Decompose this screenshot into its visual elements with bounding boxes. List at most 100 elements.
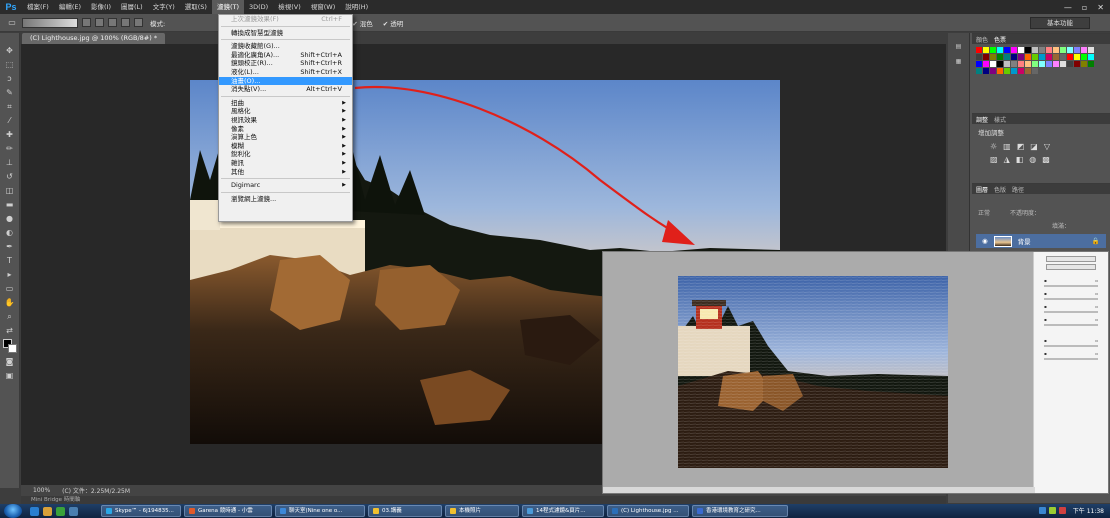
clock[interactable]: 下午 11:38 [1073, 506, 1104, 515]
channel-mixer-icon[interactable]: ▩ [1042, 155, 1050, 164]
type-tool-icon[interactable]: T [4, 255, 16, 266]
brush-tool-icon[interactable]: ✏ [4, 143, 16, 154]
fill-label[interactable]: 填滿： [1052, 221, 1070, 230]
hue-saturation-icon[interactable]: ▨ [990, 155, 998, 164]
taskbar-task[interactable]: Garena 競時通 - 小雲 [184, 505, 272, 517]
color-swatch[interactable] [1060, 61, 1066, 67]
history-brush-icon[interactable]: ↺ [4, 171, 16, 182]
healing-brush-icon[interactable]: ✚ [4, 129, 16, 140]
filter-menu-item[interactable]: 瀏覽網上濾鏡... [219, 195, 352, 204]
taskbar-task[interactable]: 03.講義 [368, 505, 442, 517]
minimize-button[interactable]: — [1064, 3, 1072, 12]
color-swatch[interactable] [1004, 61, 1010, 67]
menu-view[interactable]: 檢視(V) [273, 0, 306, 14]
taskbar-task[interactable]: 聊天室(Nine one o... [275, 505, 365, 517]
filter-menu-item[interactable]: 銳利化 ▶ [219, 150, 352, 159]
color-swatch[interactable] [1032, 47, 1038, 53]
filter-menu-item[interactable]: Digimarc ▶ [219, 181, 352, 190]
color-swatch[interactable] [990, 47, 996, 53]
actions-panel-icon[interactable]: ▦ [956, 58, 962, 65]
color-swatch[interactable] [1046, 54, 1052, 60]
diamond-gradient-button[interactable] [134, 18, 143, 27]
color-swatch[interactable] [997, 47, 1003, 53]
curves-icon[interactable]: ◩ [1017, 142, 1025, 151]
exposure-icon[interactable]: ◪ [1030, 142, 1038, 151]
vibrance-icon[interactable]: ▽ [1044, 142, 1050, 151]
color-swatch[interactable] [983, 61, 989, 67]
transparency-checkbox[interactable]: ✔ 透明 [380, 18, 407, 28]
bristle-row[interactable]: ▪ ▫ [1034, 315, 1108, 324]
color-swatch[interactable] [1004, 54, 1010, 60]
filter-menu-item[interactable]: 風格化 ▶ [219, 107, 352, 116]
gradient-tool-icon-side[interactable]: ▬ [4, 199, 16, 210]
menu-help[interactable]: 說明(H) [340, 0, 373, 14]
start-button[interactable] [4, 504, 22, 518]
color-swatch[interactable] [1053, 54, 1059, 60]
filter-menu-item[interactable]: 轉換成智慧型濾鏡 [219, 29, 352, 38]
color-swatch[interactable] [1074, 54, 1080, 60]
background-color[interactable] [7, 344, 17, 353]
color-swatch[interactable] [1046, 61, 1052, 67]
photo-filter-icon[interactable]: ◍ [1029, 155, 1036, 164]
filter-menu-item[interactable]: 鏡頭校正(R)... Shift+Ctrl+R [219, 59, 352, 68]
angle-slider[interactable] [1044, 345, 1098, 347]
color-swatch[interactable] [1018, 47, 1024, 53]
shape-tool-icon[interactable]: ▭ [4, 283, 16, 294]
menu-select[interactable]: 選取(S) [180, 0, 212, 14]
pen-tool-icon[interactable]: ✒ [4, 241, 16, 252]
color-swatch[interactable] [1025, 61, 1031, 67]
stylization-row[interactable]: ▪ ▫ [1034, 276, 1108, 285]
network-icon[interactable] [1039, 507, 1046, 514]
bristle-slider[interactable] [1044, 324, 1098, 326]
color-swatch[interactable] [983, 54, 989, 60]
menu-edit[interactable]: 編輯(E) [54, 0, 86, 14]
taskbar-task[interactable]: 本機照片 [445, 505, 519, 517]
filter-menu-item[interactable]: 視訊效果 ▶ [219, 116, 352, 125]
color-swatch[interactable] [976, 61, 982, 67]
taskbar-task[interactable]: Skype™ - 6j194835... [101, 505, 181, 517]
volume-icon[interactable] [1049, 507, 1056, 514]
color-swatch[interactable] [1081, 47, 1087, 53]
screen-mode-icon[interactable]: ▣ [4, 370, 16, 381]
reflected-gradient-button[interactable] [121, 18, 130, 27]
color-balance-icon[interactable]: ◮ [1004, 155, 1010, 164]
color-swatch[interactable] [983, 68, 989, 74]
linear-gradient-button[interactable] [82, 18, 91, 27]
color-swatch[interactable] [990, 68, 996, 74]
media-icon[interactable] [56, 506, 65, 516]
color-swatch[interactable] [1018, 61, 1024, 67]
color-swatch[interactable] [1088, 54, 1094, 60]
stylization-slider[interactable] [1044, 285, 1098, 287]
filter-menu-item[interactable]: 上次濾鏡效果(F) Ctrl+F [219, 15, 352, 24]
shine-slider[interactable] [1044, 358, 1098, 360]
tab-styles[interactable]: 樣式 [994, 115, 1006, 124]
security-icon[interactable] [1059, 507, 1066, 514]
scale-row[interactable]: ▪ ▫ [1034, 302, 1108, 311]
color-swatch[interactable] [997, 61, 1003, 67]
dither-checkbox[interactable]: ✔ 混色 [349, 18, 376, 28]
menu-file[interactable]: 檔案(F) [22, 0, 54, 14]
color-swatch[interactable] [1025, 47, 1031, 53]
tab-swatches[interactable]: 色票 [994, 35, 1006, 44]
cleanliness-slider[interactable] [1044, 298, 1098, 300]
color-swatch[interactable] [1011, 47, 1017, 53]
filter-menu-item[interactable]: 雜訊 ▶ [219, 159, 352, 168]
move-tool-icon[interactable]: ✥ [4, 45, 16, 56]
color-swatch[interactable] [1067, 54, 1073, 60]
color-swatch[interactable] [1032, 68, 1038, 74]
menu-filter[interactable]: 濾鏡(T) [211, 0, 244, 14]
clone-stamp-icon[interactable]: ⊥ [4, 157, 16, 168]
layer-name[interactable]: 背景 [1018, 236, 1031, 246]
document-size[interactable]: (C) 文件：2.25M/2.25M [62, 486, 130, 495]
opacity-label[interactable]: 不透明度： [1010, 208, 1040, 217]
workspace-switcher[interactable]: 基本功能 [1030, 17, 1090, 29]
filter-menu-item[interactable]: 消失點(V)... Alt+Ctrl+V [219, 85, 352, 94]
chrome-icon[interactable] [69, 506, 78, 516]
lasso-tool-icon[interactable]: ↄ [4, 73, 16, 84]
color-swatch[interactable] [1074, 47, 1080, 53]
dodge-tool-icon[interactable]: ◐ [4, 227, 16, 238]
angle-row[interactable]: ▪ ▫ [1034, 336, 1108, 345]
eraser-tool-icon[interactable]: ◫ [4, 185, 16, 196]
color-swatch[interactable] [1011, 68, 1017, 74]
tab-channels[interactable]: 色版 [994, 185, 1006, 194]
